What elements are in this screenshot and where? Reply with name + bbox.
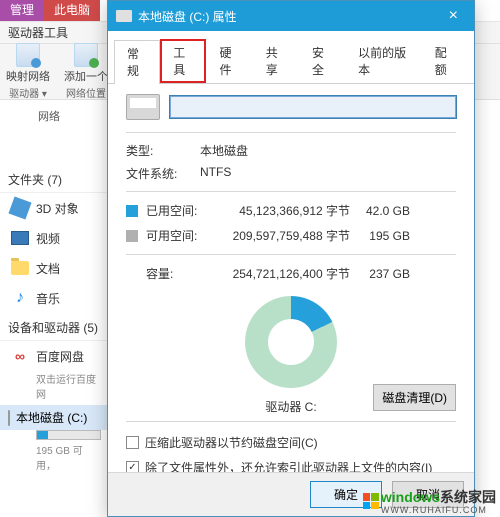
capacity-pie-icon [245, 296, 337, 388]
free-space-label: 可用空间: [146, 227, 210, 244]
close-button[interactable]: × [441, 7, 466, 25]
tab-quota[interactable]: 配额 [422, 39, 468, 83]
add-location-icon [74, 43, 98, 67]
capacity-label: 容量: [146, 265, 210, 282]
network-drive-icon [16, 43, 40, 67]
tab-sharing[interactable]: 共享 [253, 39, 299, 83]
folder-item-label: 视频 [36, 230, 60, 247]
capacity-bytes: 254,721,126,400 字节 [210, 265, 360, 282]
free-swatch-icon [126, 230, 138, 242]
used-space-gb: 42.0 GB [360, 204, 410, 218]
ribbon-tab-manage[interactable]: 管理 [0, 0, 44, 21]
capacity-gb: 237 GB [360, 267, 410, 281]
map-network-drive-sublabel: 驱动器 ▾ [9, 85, 47, 100]
watermark-url: WWW.RUHAIFU.COM [381, 505, 496, 515]
add-network-location-label: 添加一个 [64, 68, 108, 84]
drive-item-baidu[interactable]: ∞ 百度网盘 [0, 341, 111, 371]
drive-label-input[interactable] [170, 96, 456, 118]
tab-security[interactable]: 安全 [299, 39, 345, 83]
folder-item-videos[interactable]: 视频 [0, 223, 111, 253]
free-space-gb: 195 GB [360, 229, 410, 243]
filesystem-value: NTFS [200, 165, 231, 182]
cube-icon [10, 198, 30, 218]
drive-item-local-c[interactable]: 本地磁盘 (C:) [0, 405, 111, 430]
used-swatch-icon [126, 205, 138, 217]
dialog-tabstrip: 常规 工具 硬件 共享 安全 以前的版本 配额 [108, 31, 474, 84]
drives-section-header: 设备和驱动器 (5) [0, 313, 111, 341]
tab-previous-versions[interactable]: 以前的版本 [345, 39, 422, 83]
folder-icon [10, 258, 30, 278]
tab-tools[interactable]: 工具 [160, 39, 206, 83]
drive-item-label: 百度网盘 [36, 348, 84, 365]
separator [126, 191, 456, 192]
dialog-title-text: 本地磁盘 (C:) 属性 [138, 8, 237, 25]
capacity-pie-area: 驱动器 C: 磁盘清理(D) [126, 296, 456, 415]
windows-logo-icon [363, 493, 379, 509]
hdd-icon [8, 411, 10, 425]
add-network-location-sublabel: 网络位置 [66, 85, 106, 100]
filesystem-label: 文件系统: [126, 165, 192, 182]
free-space-bytes: 209,597,759,488 字节 [210, 227, 360, 244]
drive-capacity-bar [36, 430, 101, 440]
music-icon: ♪ [10, 288, 30, 308]
dialog-body: 类型: 本地磁盘 文件系统: NTFS 已用空间: 45,123,366,912… [108, 84, 474, 472]
watermark: windows系统家园 WWW.RUHAIFU.COM [363, 487, 496, 515]
ribbon-group-network-label: 网络 [38, 108, 60, 124]
drive-item-local-c-sub: 195 GB 可用， [0, 442, 111, 476]
folder-item-3d-objects[interactable]: 3D 对象 [0, 193, 111, 223]
folder-item-label: 3D 对象 [36, 200, 79, 217]
compress-checkbox-label: 压缩此驱动器以节约磁盘空间(C) [145, 434, 318, 451]
baidu-icon: ∞ [10, 346, 30, 366]
separator [126, 421, 456, 422]
folder-item-label: 文档 [36, 260, 60, 277]
ribbon-tab-thispc[interactable]: 此电脑 [44, 0, 100, 21]
drive-letter-label: 驱动器 C: [265, 398, 316, 415]
video-icon [10, 228, 30, 248]
separator [126, 254, 456, 255]
folder-item-label: 音乐 [36, 290, 60, 307]
index-checkbox[interactable] [126, 461, 139, 472]
drive-item-label: 本地磁盘 (C:) [16, 409, 87, 426]
index-checkbox-label: 除了文件属性外，还允许索引此驱动器上文件的内容(I) [145, 459, 432, 472]
drive-properties-dialog: 本地磁盘 (C:) 属性 × 常规 工具 硬件 共享 安全 以前的版本 配额 类… [107, 0, 475, 517]
drive-item-baidu-sub: 双击运行百度网 [0, 371, 111, 405]
disk-cleanup-button[interactable]: 磁盘清理(D) [373, 384, 456, 411]
separator [126, 132, 456, 133]
watermark-tag: 系统家园 [440, 489, 496, 505]
map-network-drive-label: 映射网络 [6, 68, 50, 84]
drive-large-icon [126, 94, 160, 120]
disk-icon [116, 10, 132, 22]
folders-section-header: 文件夹 (7) [0, 165, 111, 193]
add-network-location-button[interactable]: 添加一个 网络位置 [64, 43, 108, 100]
watermark-brand: indows [392, 489, 440, 505]
folder-item-documents[interactable]: 文档 [0, 253, 111, 283]
used-space-bytes: 45,123,366,912 字节 [210, 202, 360, 219]
compress-checkbox[interactable] [126, 436, 139, 449]
explorer-content-pane: 文件夹 (7) 3D 对象 视频 文档 ♪ 音乐 设备和驱动器 (5) ∞ 百度… [0, 165, 112, 517]
type-value: 本地磁盘 [200, 142, 248, 159]
tab-hardware[interactable]: 硬件 [206, 39, 252, 83]
map-network-drive-button[interactable]: 映射网络 驱动器 ▾ [6, 43, 50, 100]
folder-item-music[interactable]: ♪ 音乐 [0, 283, 111, 313]
dialog-titlebar[interactable]: 本地磁盘 (C:) 属性 × [108, 1, 474, 31]
tab-general[interactable]: 常规 [114, 40, 160, 84]
used-space-label: 已用空间: [146, 202, 210, 219]
type-label: 类型: [126, 142, 192, 159]
